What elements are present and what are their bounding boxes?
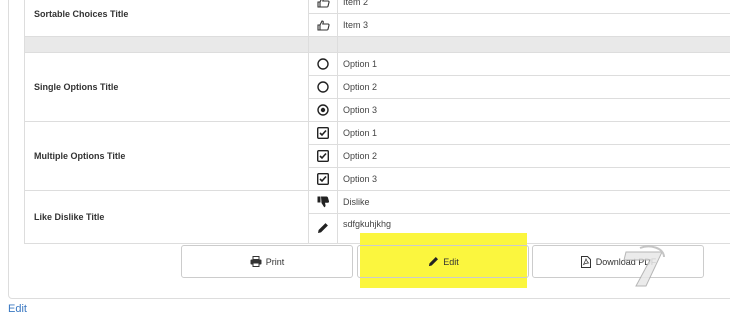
hand-pointer-icon xyxy=(316,0,330,9)
download-pdf-button[interactable]: Download PDF xyxy=(532,245,704,278)
print-icon xyxy=(250,256,262,268)
checkbox-checked-icon xyxy=(316,149,330,163)
table-row: Multiple Options Title Option 1 xyxy=(24,121,730,191)
pdf-file-icon xyxy=(580,255,592,268)
edit-button[interactable]: Edit xyxy=(357,245,529,278)
table-row: Single Options Title Option 1 xyxy=(24,52,730,122)
like-dislike-value: Dislike xyxy=(337,190,730,214)
sortable-item: Item 2 xyxy=(337,0,730,14)
pencil-icon xyxy=(427,256,439,268)
watermark-logo xyxy=(620,240,670,288)
table-row: Like Dislike Title Dislike xyxy=(24,190,730,244)
question-title-single: Single Options Title xyxy=(24,52,309,122)
table-row: Sortable Choices Title Item 2 xyxy=(24,0,730,37)
pencil-icon xyxy=(316,221,330,235)
single-option: Option 3 xyxy=(337,98,730,122)
print-button-label: Print xyxy=(265,256,285,267)
multiple-option: Option 3 xyxy=(337,167,730,191)
question-title-sortable: Sortable Choices Title xyxy=(24,0,309,37)
multiple-option: Option 2 xyxy=(337,144,730,168)
single-option: Option 2 xyxy=(337,75,730,99)
edit-link[interactable]: Edit xyxy=(8,303,27,315)
checkbox-checked-icon xyxy=(316,172,330,186)
print-button[interactable]: Print xyxy=(181,245,353,278)
thumbs-down-icon xyxy=(316,195,330,209)
checkbox-checked-icon xyxy=(316,126,330,140)
sortable-item: Item 3 xyxy=(337,13,730,37)
question-title-multiple: Multiple Options Title xyxy=(24,121,309,191)
edit-button-label: Edit xyxy=(443,256,459,267)
single-option: Option 1 xyxy=(337,52,730,76)
multiple-option: Option 1 xyxy=(337,121,730,145)
radio-icon xyxy=(316,57,330,71)
radio-icon xyxy=(316,80,330,94)
radio-selected-icon xyxy=(316,103,330,117)
survey-answers-table: Sortable Choices Title Item 2 Item 3 Sin… xyxy=(24,0,730,244)
question-title-like-dislike: Like Dislike Title xyxy=(24,190,309,244)
table-spacer-row xyxy=(24,36,730,53)
hand-pointer-icon xyxy=(316,18,330,32)
